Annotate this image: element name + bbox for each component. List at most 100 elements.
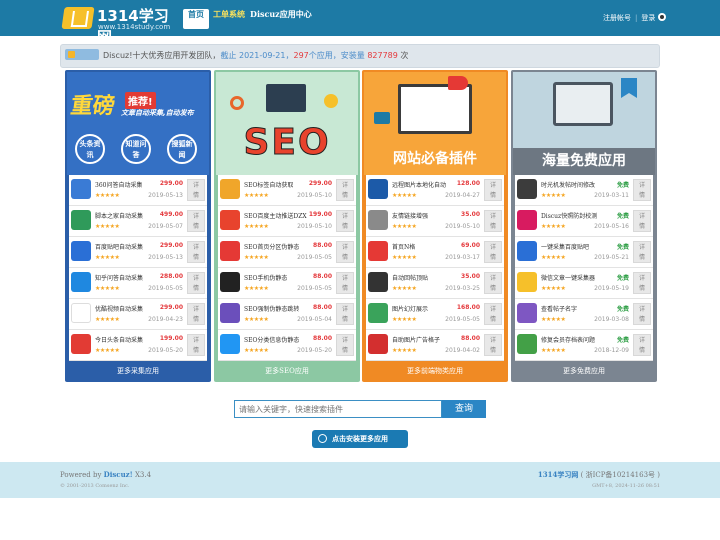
site-name-link[interactable]: 1314学习网 [538, 470, 578, 479]
app-thumbnail-icon[interactable] [368, 303, 388, 323]
collect-banner[interactable]: 重磅 推荐! 文章自动采集,自动发布 头条资讯 知道问答 搜狐新闻 [67, 72, 209, 175]
app-row[interactable]: 优酷视频自动采集 299.00 ★★★★★ 2019-04-23 详情 [69, 299, 207, 330]
app-thumbnail-icon[interactable] [368, 272, 388, 292]
app-title[interactable]: SEO分类信息伪静态 [244, 335, 299, 344]
app-thumbnail-icon[interactable] [368, 210, 388, 230]
app-row[interactable]: 首页N格 69.00 ★★★★★ 2019-03-17 详情 [366, 237, 504, 268]
app-row[interactable]: 今日头条自动采集 199.00 ★★★★★ 2019-05-20 详情 [69, 330, 207, 361]
app-title[interactable]: 自助图片广告格子 [392, 335, 440, 344]
app-title[interactable]: 微信文章一键采集器 [541, 273, 595, 282]
app-thumbnail-icon[interactable] [517, 241, 537, 261]
app-detail-button[interactable]: 详情 [633, 179, 651, 201]
app-row[interactable]: SEO强制伪静态跳转 88.00 ★★★★★ 2019-05-04 详情 [218, 299, 356, 330]
app-row[interactable]: SEO标签自动获取 299.00 ★★★★★ 2019-05-10 详情 [218, 175, 356, 206]
app-thumbnail-icon[interactable] [368, 179, 388, 199]
app-thumbnail-icon[interactable] [220, 272, 240, 292]
app-thumbnail-icon[interactable] [517, 334, 537, 354]
app-row[interactable]: 图片幻灯展示 168.00 ★★★★★ 2019-05-05 详情 [366, 299, 504, 330]
app-row[interactable]: 微信文章一键采集器 免费 ★★★★★ 2019-05-19 详情 [515, 268, 653, 299]
app-thumbnail-icon[interactable] [71, 303, 91, 323]
app-detail-button[interactable]: 详情 [633, 241, 651, 263]
app-detail-button[interactable]: 详情 [336, 303, 354, 325]
app-title[interactable]: 脚本之家自动采集 [95, 211, 143, 220]
app-thumbnail-icon[interactable] [517, 303, 537, 323]
app-row[interactable]: 脚本之家自动采集 499.00 ★★★★★ 2019-05-07 详情 [69, 206, 207, 237]
app-thumbnail-icon[interactable] [517, 272, 537, 292]
app-detail-button[interactable]: 详情 [633, 210, 651, 232]
app-title[interactable]: SEO标签自动获取 [244, 180, 293, 189]
app-detail-button[interactable]: 详情 [187, 210, 205, 232]
search-button[interactable]: 查询 [442, 400, 486, 418]
more-link[interactable]: 更多采集应用 [65, 366, 211, 376]
app-detail-button[interactable]: 详情 [336, 334, 354, 356]
register-link[interactable]: 注册帐号 [603, 14, 631, 22]
app-thumbnail-icon[interactable] [71, 210, 91, 230]
app-row[interactable]: 360问答自动采集 299.00 ★★★★★ 2019-05-13 详情 [69, 175, 207, 206]
app-thumbnail-icon[interactable] [220, 334, 240, 354]
app-thumbnail-icon[interactable] [368, 334, 388, 354]
app-title[interactable]: SEO强制伪静态跳转 [244, 304, 299, 313]
app-row[interactable]: 查看帖子名字 免费 ★★★★★ 2019-03-08 详情 [515, 299, 653, 330]
app-detail-button[interactable]: 详情 [336, 179, 354, 201]
nav-ticket-system[interactable]: 工单系统 [213, 9, 245, 29]
app-detail-button[interactable]: 详情 [484, 334, 502, 356]
app-detail-button[interactable]: 详情 [633, 334, 651, 356]
seo-banner[interactable]: SEO [216, 72, 358, 175]
install-more-button[interactable]: 点击安装更多应用 [312, 430, 408, 448]
powered-brand-link[interactable]: Discuz! [104, 470, 133, 479]
app-title[interactable]: Discuz快照防封校测 [541, 211, 597, 220]
app-title[interactable]: 时光机发帖时间修改 [541, 180, 595, 189]
app-row[interactable]: 一键采集百度贴吧 免费 ★★★★★ 2019-05-21 详情 [515, 237, 653, 268]
app-detail-button[interactable]: 详情 [336, 272, 354, 294]
app-detail-button[interactable]: 详情 [187, 179, 205, 201]
plugins-banner[interactable]: 网站必备插件 [364, 72, 506, 175]
app-title[interactable]: SEO手机伪静态 [244, 273, 287, 282]
search-input[interactable] [234, 400, 442, 418]
app-title[interactable]: 查看帖子名字 [541, 304, 577, 313]
app-row[interactable]: 时光机发帖时间修改 免费 ★★★★★ 2019-03-11 详情 [515, 175, 653, 206]
app-row[interactable]: SEO分类信息伪静态 88.00 ★★★★★ 2019-05-20 详情 [218, 330, 356, 361]
app-detail-button[interactable]: 详情 [336, 241, 354, 263]
icp-link[interactable]: ( 浙ICP备10214163号 ) [578, 471, 660, 479]
app-detail-button[interactable]: 详情 [633, 272, 651, 294]
app-row[interactable]: 知乎问答自动采集 288.00 ★★★★★ 2019-05-05 详情 [69, 268, 207, 299]
app-row[interactable]: 友情链接增强 35.00 ★★★★★ 2019-05-10 详情 [366, 206, 504, 237]
app-thumbnail-icon[interactable] [71, 241, 91, 261]
app-title[interactable]: 今日头条自动采集 [95, 335, 143, 344]
more-link[interactable]: 更多SEO应用 [214, 366, 360, 376]
app-title[interactable]: 优酷视频自动采集 [95, 304, 143, 313]
app-detail-button[interactable]: 详情 [484, 179, 502, 201]
app-row[interactable]: 远程图片本地化自动 128.00 ★★★★★ 2019-04-27 详情 [366, 175, 504, 206]
more-link[interactable]: 更多免费应用 [511, 366, 657, 376]
app-title[interactable]: SEO首页分区伪静态 [244, 242, 299, 251]
app-detail-button[interactable]: 详情 [484, 210, 502, 232]
app-title[interactable]: 友情链接增强 [392, 211, 428, 220]
app-thumbnail-icon[interactable] [517, 210, 537, 230]
app-thumbnail-icon[interactable] [220, 303, 240, 323]
app-thumbnail-icon[interactable] [517, 179, 537, 199]
free-banner[interactable]: 海量免费应用 [513, 72, 655, 175]
login-link[interactable]: 登录 [641, 14, 655, 22]
nav-app-center[interactable]: Discuz应用中心 [250, 9, 312, 29]
app-row[interactable]: SEO手机伪静态 88.00 ★★★★★ 2019-05-05 详情 [218, 268, 356, 299]
nav-home[interactable]: 首页 [183, 9, 209, 29]
app-detail-button[interactable]: 详情 [484, 241, 502, 263]
app-detail-button[interactable]: 详情 [633, 303, 651, 325]
more-link[interactable]: 更多前端物类应用 [362, 366, 508, 376]
app-thumbnail-icon[interactable] [368, 241, 388, 261]
app-detail-button[interactable]: 详情 [187, 334, 205, 356]
app-row[interactable]: 自动回帖顶贴 35.00 ★★★★★ 2019-03-25 详情 [366, 268, 504, 299]
app-detail-button[interactable]: 详情 [484, 303, 502, 325]
app-detail-button[interactable]: 详情 [484, 272, 502, 294]
app-thumbnail-icon[interactable] [71, 334, 91, 354]
app-thumbnail-icon[interactable] [220, 210, 240, 230]
app-detail-button[interactable]: 详情 [187, 272, 205, 294]
app-row[interactable]: SEO百度主动推送DZX 199.00 ★★★★★ 2019-05-10 详情 [218, 206, 356, 237]
app-title[interactable]: 百度贴吧自动采集 [95, 242, 143, 251]
app-title[interactable]: 360问答自动采集 [95, 180, 142, 189]
app-title[interactable]: 一键采集百度贴吧 [541, 242, 589, 251]
app-detail-button[interactable]: 详情 [187, 303, 205, 325]
app-title[interactable]: SEO百度主动推送DZX [244, 211, 307, 220]
site-logo[interactable]: 1314学习网 www.1314study.com [61, 4, 173, 46]
app-row[interactable]: 修复会员存档表问题 免费 ★★★★★ 2018-12-09 详情 [515, 330, 653, 361]
